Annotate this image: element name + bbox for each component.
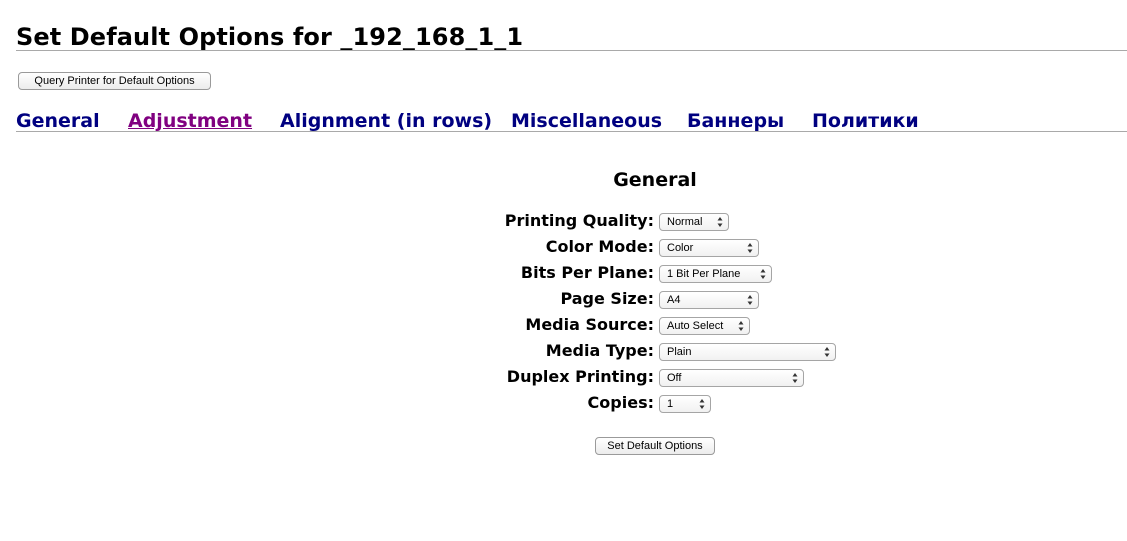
set-default-options-button[interactable]: Set Default Options (595, 437, 715, 455)
select-value: 1 (667, 398, 674, 410)
option-label: Duplex Printing: (506, 367, 654, 386)
tabs-divider (16, 131, 1127, 132)
title-divider (16, 50, 1127, 51)
copies-select[interactable]: 1 (659, 395, 711, 413)
page-title: Set Default Options for _192_168_1_1 (16, 23, 524, 51)
option-label: Media Type: (545, 341, 654, 360)
select-value: Auto Select (667, 320, 724, 332)
chevron-up-down-icon (738, 320, 744, 332)
select-value: Normal (667, 216, 703, 228)
bits-per-plane-select[interactable]: 1 Bit Per Plane (659, 265, 772, 283)
page-size-select[interactable]: A4 (659, 291, 759, 309)
media-type-select[interactable]: Plain (659, 343, 836, 361)
chevron-up-down-icon (824, 346, 830, 358)
option-row-printing-quality: Printing Quality: Normal (0, 209, 1127, 235)
option-row-media-type: Media Type: Plain (0, 339, 1127, 365)
chevron-up-down-icon (760, 268, 766, 280)
option-row-page-size: Page Size: A4 (0, 287, 1127, 313)
chevron-up-down-icon (747, 242, 753, 254)
option-row-duplex-printing: Duplex Printing: Off (0, 365, 1127, 391)
option-row-bits-per-plane: Bits Per Plane: 1 Bit Per Plane (0, 261, 1127, 287)
chevron-up-down-icon (699, 398, 705, 410)
option-row-copies: Copies: 1 (0, 391, 1127, 417)
printing-quality-select[interactable]: Normal (659, 213, 729, 231)
option-row-color-mode: Color Mode: Color (0, 235, 1127, 261)
select-value: Off (667, 372, 682, 384)
media-source-select[interactable]: Auto Select (659, 317, 750, 335)
option-label: Bits Per Plane: (520, 263, 654, 282)
option-label: Copies: (587, 393, 654, 412)
option-row-media-source: Media Source: Auto Select (0, 313, 1127, 339)
chevron-up-down-icon (717, 216, 723, 228)
option-label: Printing Quality: (504, 211, 654, 230)
color-mode-select[interactable]: Color (659, 239, 759, 257)
select-value: 1 Bit Per Plane (667, 268, 741, 280)
query-printer-button[interactable]: Query Printer for Default Options (18, 72, 211, 90)
option-label: Page Size: (560, 289, 654, 308)
select-value: A4 (667, 294, 681, 306)
select-value: Plain (667, 346, 692, 358)
duplex-printing-select[interactable]: Off (659, 369, 804, 387)
select-value: Color (667, 242, 694, 254)
chevron-up-down-icon (747, 294, 753, 306)
chevron-up-down-icon (792, 372, 798, 384)
option-label: Media Source: (525, 315, 654, 334)
option-label: Color Mode: (545, 237, 654, 256)
section-title: General (613, 169, 697, 191)
